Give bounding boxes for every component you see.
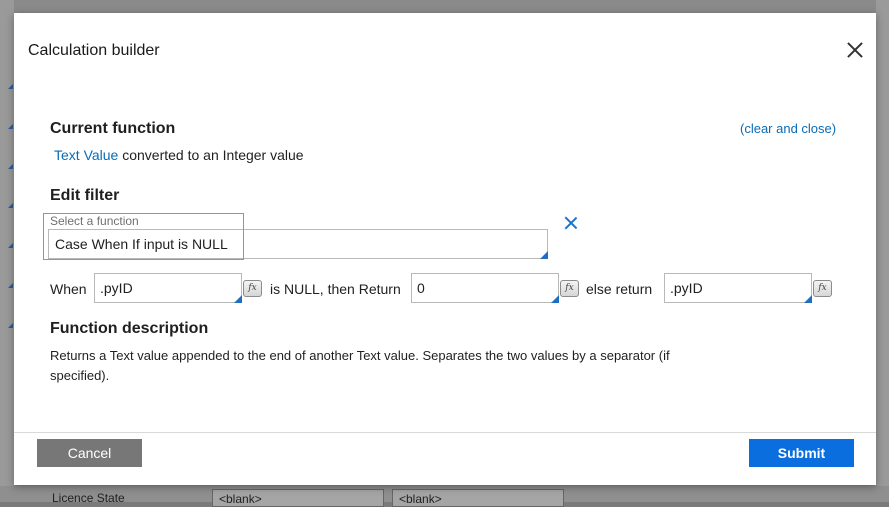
current-function-heading: Current function (50, 120, 176, 137)
dropdown-corner-icon (540, 251, 548, 259)
current-function-suffix: converted to an Integer value (122, 147, 304, 163)
calculation-builder-dialog: Calculation builder Current function (cl… (14, 13, 876, 485)
background-corner-marker (8, 243, 13, 248)
background-corner-marker (8, 124, 13, 129)
background-cell: <blank> (212, 489, 384, 507)
background-corner-marker (8, 203, 13, 208)
when-label: When (50, 281, 87, 297)
background-right-panel (876, 0, 889, 502)
fx-icon[interactable]: fx (813, 280, 832, 297)
background-left-panel (0, 0, 14, 502)
edit-filter-heading: Edit filter (50, 187, 120, 204)
background-row-label: Licence State (52, 491, 125, 505)
submit-button[interactable]: Submit (749, 439, 854, 467)
background-corner-marker (8, 283, 13, 288)
function-description-text: Returns a Text value appended to the end… (50, 348, 670, 383)
cancel-button[interactable]: Cancel (37, 439, 142, 467)
fx-icon[interactable]: fx (560, 280, 579, 297)
dropdown-corner-icon (234, 295, 242, 303)
else-return-label: else return (586, 281, 653, 297)
dropdown-corner-icon (804, 295, 812, 303)
background-corner-marker (8, 164, 13, 169)
function-select[interactable]: Case When If input is NULL (48, 229, 548, 259)
clear-function-icon[interactable] (564, 216, 578, 230)
return-input[interactable]: 0 (411, 273, 559, 303)
else-return-input[interactable]: .pyID (664, 273, 812, 303)
select-function-label: Select a function (50, 214, 139, 228)
clear-and-close-link[interactable]: (clear and close) (740, 121, 836, 136)
background-cell-text: <blank> (219, 492, 262, 506)
function-description-heading: Function description (50, 320, 209, 337)
background-cell-text: <blank> (399, 492, 442, 506)
fx-icon[interactable]: fx (243, 280, 262, 297)
background-corner-marker (8, 323, 13, 328)
when-input[interactable]: .pyID (94, 273, 242, 303)
footer-divider (14, 432, 876, 433)
background-cell: <blank> (392, 489, 564, 507)
background-corner-marker (8, 84, 13, 89)
dialog-title: Calculation builder (28, 42, 160, 59)
dropdown-corner-icon (551, 295, 559, 303)
background-table-row: Licence State <blank> <blank> (0, 486, 889, 507)
text-value-link[interactable]: Text Value (54, 147, 118, 163)
is-null-return-label: is NULL, then Return (270, 281, 401, 297)
close-icon[interactable] (846, 41, 864, 59)
current-function-summary: Text Value converted to an Integer value (54, 147, 304, 163)
